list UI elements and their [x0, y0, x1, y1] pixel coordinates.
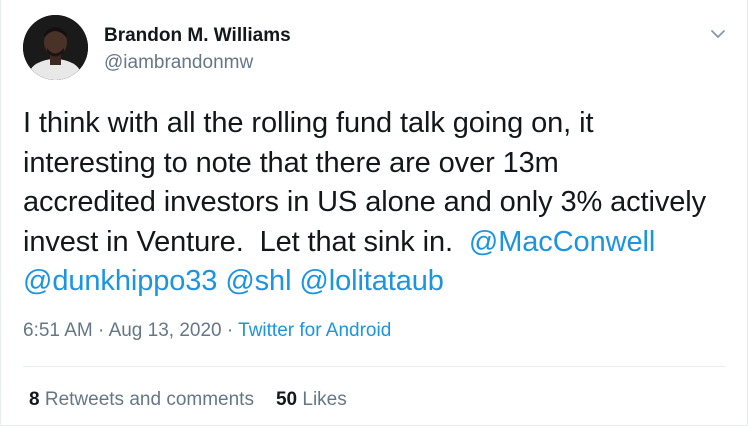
mention-link[interactable]: @lolitataub — [299, 265, 444, 297]
tweet-time[interactable]: 6:51 AM — [23, 320, 93, 341]
user-name[interactable]: Brandon M. Williams — [104, 25, 291, 47]
meta-separator: · — [98, 320, 105, 341]
avatar-image — [23, 15, 88, 80]
retweets-count: 8 — [29, 389, 40, 410]
mention-link[interactable]: @dunkhippo33 — [23, 265, 217, 297]
tweet-meta: 6:51 AM · Aug 13, 2020 · Twitter for And… — [23, 320, 391, 342]
chevron-down-icon[interactable] — [707, 24, 729, 44]
divider — [23, 366, 725, 367]
avatar[interactable] — [23, 15, 88, 80]
tweet-source-link[interactable]: Twitter for Android — [238, 320, 391, 341]
likes-count: 50 — [275, 389, 298, 410]
user-handle[interactable]: @iambrandonmw — [104, 52, 253, 74]
tweet-text-line: invest in Venture. Let that sink in. — [23, 225, 461, 258]
meta-separator: · — [226, 320, 234, 341]
tweet-text: I think with all the rolling fund talk g… — [23, 104, 735, 302]
mention-link[interactable]: @MacConwell — [469, 226, 655, 258]
mention-link[interactable]: @shl — [225, 265, 291, 297]
tweet-card: Brandon M. Williams @iambrandonmw I thin… — [0, 0, 748, 426]
likes-stat[interactable]: 50 Likes — [276, 389, 347, 410]
tweet-text-line: accredited investors in US alone and onl… — [23, 186, 707, 218]
retweets-label: Retweets and comments — [44, 389, 254, 410]
tweet-text-line: interesting to note that there are over … — [23, 146, 559, 179]
likes-label: Likes — [302, 389, 347, 410]
tweet-stats: 8 Retweets and comments 50 Likes — [29, 389, 347, 411]
retweets-stat[interactable]: 8 Retweets and comments — [29, 389, 254, 410]
tweet-date[interactable]: Aug 13, 2020 — [109, 320, 222, 341]
tweet-text-line: I think with all the rolling fund talk g… — [23, 107, 594, 139]
